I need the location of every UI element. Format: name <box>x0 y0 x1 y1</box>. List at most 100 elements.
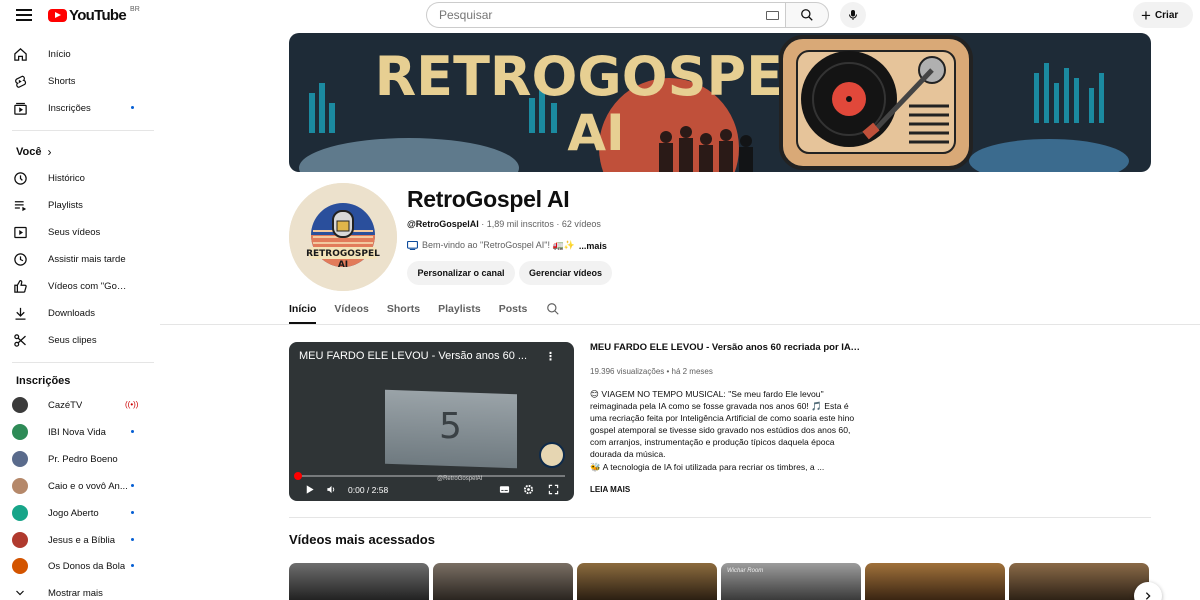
sidebar-item-label: Playlists <box>48 199 83 211</box>
history-icon <box>12 170 28 186</box>
youtube-play-icon <box>48 8 67 22</box>
sidebar-item-label: Seus vídeos <box>48 226 101 238</box>
subscription-ibi-nova-vida[interactable]: IBI Nova Vida <box>12 420 154 444</box>
subscription-label: Caio e o vovô An... <box>48 480 128 492</box>
channel-avatar <box>12 505 28 521</box>
carousel-next-button[interactable] <box>1134 582 1162 600</box>
new-content-dot <box>131 564 134 567</box>
subscription-label: Os Donos da Bola <box>48 560 126 572</box>
banner-subtitle: AI <box>567 104 624 162</box>
playlists-icon <box>12 197 28 213</box>
section-divider <box>289 517 1151 518</box>
channel-avatar <box>12 424 28 440</box>
customize-channel-button[interactable]: Personalizar o canal <box>407 261 515 285</box>
plus-icon: + <box>1141 5 1151 25</box>
sidebar-item-playlists[interactable]: Playlists <box>12 193 154 217</box>
thumbnail-caption: Wichar Room <box>727 568 764 574</box>
more-options-icon[interactable]: ⋮ <box>545 350 556 363</box>
sidebar-item-label: Assistir mais tarde <box>48 253 126 265</box>
subscriptions-heading: Inscrições <box>16 375 71 387</box>
progress-scrubber[interactable] <box>294 472 302 480</box>
channel-description[interactable]: Bem-vindo ao "RetroGospel AI"! 🚛✨ ...mai… <box>407 240 607 251</box>
you-section-heading[interactable]: Você › <box>16 145 51 159</box>
subtitles-icon[interactable] <box>499 484 510 495</box>
settings-icon[interactable] <box>523 484 534 495</box>
featured-video-meta: 19.396 visualizações • há 2 meses <box>590 367 713 376</box>
featured-video-player[interactable]: 5 MEU FARDO ELE LEVOU - Versão anos 60 .… <box>289 342 574 501</box>
new-content-dot <box>131 538 134 541</box>
play-icon[interactable] <box>304 484 315 495</box>
manage-videos-button[interactable]: Gerenciar vídeos <box>519 261 612 285</box>
sidebar-item-history[interactable]: Histórico <box>12 166 154 190</box>
channel-name: RetroGospel AI <box>407 186 570 212</box>
video-time: 0:00 / 2:58 <box>348 485 389 495</box>
channel-watermark-badge[interactable] <box>539 442 565 468</box>
description-more-link[interactable]: ...mais <box>579 241 607 251</box>
subscriptions-icon <box>12 100 28 116</box>
video-thumbnail[interactable] <box>289 563 429 600</box>
video-thumbnail[interactable] <box>1009 563 1149 600</box>
new-content-dot <box>131 430 134 433</box>
channel-avatar-large[interactable]: RETROGOSPEL AI <box>289 183 397 291</box>
tab-home[interactable]: Início <box>289 298 317 324</box>
sidebar-item-shorts[interactable]: Shorts <box>12 69 154 93</box>
search-input[interactable] <box>426 2 785 28</box>
keyboard-icon[interactable] <box>766 11 779 20</box>
download-icon <box>12 305 28 321</box>
video-thumbnail[interactable] <box>433 563 573 600</box>
read-more-link[interactable]: LEIA MAIS <box>590 485 630 494</box>
create-label: Criar <box>1154 9 1179 21</box>
create-button[interactable]: + Criar <box>1133 2 1193 28</box>
video-thumbnail[interactable]: Wichar Room <box>721 563 861 600</box>
sidebar-item-your-videos[interactable]: Seus vídeos <box>12 220 154 244</box>
search-button[interactable] <box>785 2 829 28</box>
subscription-label: Pr. Pedro Boeno <box>48 453 118 465</box>
sidebar-item-liked-videos[interactable]: Vídeos com "Gostei" <box>12 274 154 298</box>
subscription-jesus-biblia[interactable]: Jesus e a Bíblia <box>12 528 154 552</box>
channel-avatar <box>12 478 28 494</box>
volume-icon[interactable] <box>326 484 337 495</box>
subscription-pedro-boeno[interactable]: Pr. Pedro Boeno <box>12 447 154 471</box>
channel-avatar <box>12 558 28 574</box>
tab-videos[interactable]: Vídeos <box>334 298 368 324</box>
subscription-donos-da-bola[interactable]: Os Donos da Bola <box>12 554 154 578</box>
sidebar-item-label: Histórico <box>48 172 85 184</box>
sidebar-item-label: Inscrições <box>48 102 91 114</box>
fullscreen-icon[interactable] <box>548 484 559 495</box>
sidebar-item-clips[interactable]: Seus clipes <box>12 328 154 352</box>
sidebar: Início Shorts Inscrições Você › Históric… <box>0 40 160 600</box>
sidebar-item-downloads[interactable]: Downloads <box>12 301 154 325</box>
youtube-logo[interactable]: YouTube BR <box>48 6 140 24</box>
you-heading-label: Você <box>16 146 42 158</box>
watch-later-icon <box>12 251 28 267</box>
top-bar: YouTube BR + Criar <box>0 0 1200 30</box>
featured-video-title[interactable]: MEU FARDO ELE LEVOU - Versão anos 60 rec… <box>590 342 860 353</box>
voice-search-button[interactable] <box>840 2 866 28</box>
search-icon <box>801 9 813 21</box>
show-more-button[interactable]: Mostrar mais <box>12 581 154 600</box>
microphone-icon <box>849 10 857 20</box>
sidebar-item-watch-later[interactable]: Assistir mais tarde <box>12 247 154 271</box>
avatar-subtitle: AI <box>338 260 348 270</box>
channel-search-icon[interactable] <box>546 302 560 316</box>
home-icon <box>12 46 28 62</box>
sidebar-item-label: Vídeos com "Gostei" <box>48 280 128 292</box>
new-content-dot <box>131 511 134 514</box>
section-title: Vídeos mais acessados <box>289 532 435 547</box>
subscription-label: Jogo Aberto <box>48 507 99 519</box>
player-title[interactable]: MEU FARDO ELE LEVOU - Versão anos 60 ... <box>299 350 539 362</box>
subscription-jogo-aberto[interactable]: Jogo Aberto <box>12 501 154 525</box>
menu-icon[interactable] <box>16 6 32 24</box>
sidebar-item-subscriptions[interactable]: Inscrições <box>12 96 154 120</box>
video-thumbnail[interactable] <box>865 563 1005 600</box>
live-icon: ((•)) <box>125 400 139 409</box>
tab-posts[interactable]: Posts <box>499 298 528 324</box>
subscription-caio-vovo[interactable]: Caio e o vovô An... <box>12 474 154 498</box>
tab-shorts[interactable]: Shorts <box>387 298 420 324</box>
progress-bar[interactable] <box>298 475 565 477</box>
tab-playlists[interactable]: Playlists <box>438 298 481 324</box>
subscription-caze-tv[interactable]: CazéTV ((•)) <box>12 393 154 417</box>
video-thumbnail[interactable] <box>577 563 717 600</box>
sidebar-item-label: Downloads <box>48 307 95 319</box>
sidebar-item-home[interactable]: Início <box>12 42 154 66</box>
